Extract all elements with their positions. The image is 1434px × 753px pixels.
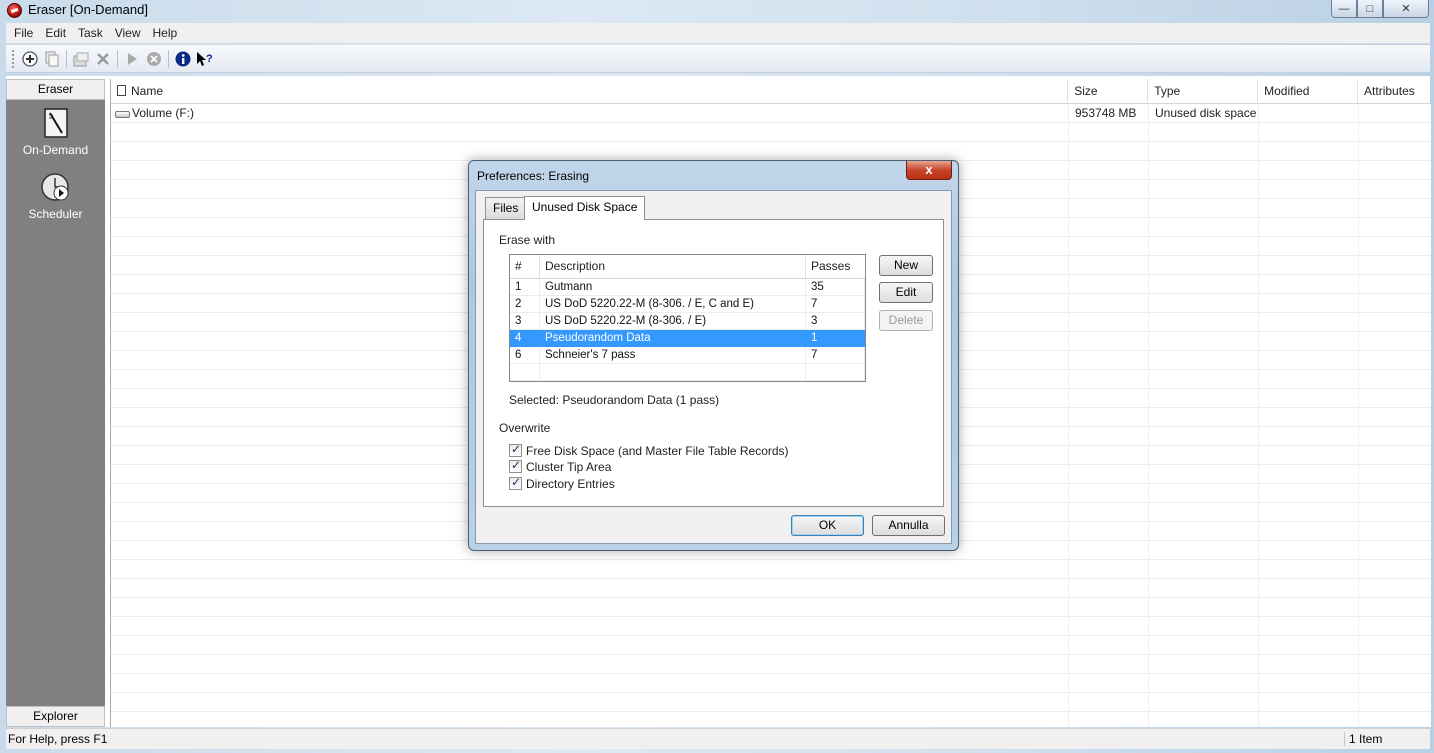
copy-icon[interactable] (41, 48, 63, 70)
dialog-close-button[interactable]: x (906, 161, 952, 180)
status-bar: For Help, press F1 1 Item (6, 728, 1430, 749)
new-task-icon[interactable] (19, 48, 41, 70)
dialog-body: Files Unused Disk Space Erase with # Des… (475, 190, 952, 544)
scheme-row-selected[interactable]: 4 Pseudorandom Data 1 (510, 330, 865, 347)
scheme-row[interactable]: 3 US DoD 5220.22-M (8-306. / E) 3 (510, 313, 865, 330)
dialog-title: Preferences: Erasing (477, 169, 590, 183)
row-size: 953748 MB (1075, 106, 1137, 120)
menu-view[interactable]: View (109, 26, 147, 40)
document-icon (117, 85, 126, 96)
toolbar-separator (66, 49, 67, 68)
menu-file[interactable]: File (8, 26, 39, 40)
status-help-text: For Help, press F1 (8, 732, 108, 746)
scheme-row[interactable]: 2 US DoD 5220.22-M (8-306. / E, C and E)… (510, 296, 865, 313)
table-row[interactable]: Volume (F:) 953748 MB Unused disk space (111, 104, 1431, 123)
sidebar-item-scheduler[interactable]: Scheduler (6, 171, 105, 221)
scheme-row-empty (510, 364, 865, 381)
erasure-scheme-list: # Description Passes 1 Gutmann 35 2 US D… (509, 254, 866, 382)
window-title: Eraser [On-Demand] (28, 2, 148, 17)
row-name: Volume (F:) (132, 106, 195, 120)
sidebar-item-label: Scheduler (28, 207, 83, 221)
menu-task[interactable]: Task (72, 26, 109, 40)
eraser-app-icon (7, 3, 22, 18)
column-header-size[interactable]: Size (1068, 79, 1149, 104)
column-header-description[interactable]: Description (540, 255, 806, 279)
properties-icon[interactable] (70, 48, 92, 70)
sidebar-item-on-demand[interactable]: On-Demand (6, 107, 105, 157)
new-scheme-button[interactable]: New (879, 255, 933, 276)
scheme-list-header: # Description Passes (510, 255, 865, 279)
row-modified (1259, 104, 1359, 123)
menu-help[interactable]: Help (147, 26, 184, 40)
close-button[interactable]: ✕ (1383, 0, 1429, 18)
drive-icon (115, 111, 130, 118)
sidebar: Eraser On-Demand Scheduler Explorer (6, 79, 105, 727)
cancel-button[interactable]: Annulla (872, 515, 945, 536)
column-header-number[interactable]: # (510, 255, 540, 279)
cluster-tip-area-checkbox[interactable] (509, 458, 522, 473)
tab-files[interactable]: Files (485, 197, 527, 219)
list-header: Name Size Type Modified Attributes (111, 79, 1430, 104)
svg-text:?: ? (206, 53, 213, 65)
column-header-type[interactable]: Type (1148, 79, 1259, 104)
sidebar-item-label: On-Demand (22, 143, 89, 157)
column-header-passes[interactable]: Passes (806, 255, 865, 279)
preferences-dialog: Preferences: Erasing x Files Unused Disk… (468, 160, 959, 551)
selected-scheme-text: Selected: Pseudorandom Data (1 pass) (509, 393, 720, 407)
row-type: Unused disk space (1155, 106, 1257, 120)
toolbar-separator (117, 49, 118, 68)
toolbar-separator (168, 49, 169, 68)
edit-scheme-button[interactable]: Edit (879, 282, 933, 303)
column-header-attributes[interactable]: Attributes (1358, 79, 1430, 104)
delete-icon[interactable] (92, 48, 114, 70)
column-header-modified[interactable]: Modified (1258, 79, 1359, 104)
maximize-button[interactable]: □ (1357, 0, 1383, 18)
erase-with-label: Erase with (499, 233, 556, 247)
directory-entries-checkbox[interactable] (509, 475, 522, 490)
scheduler-icon (40, 171, 72, 203)
overwrite-label: Overwrite (499, 421, 551, 435)
ok-button[interactable]: OK (791, 515, 864, 536)
title-bar: Eraser [On-Demand] — □ ✕ (0, 0, 1434, 22)
scheme-row[interactable]: 1 Gutmann 35 (510, 279, 865, 296)
menu-bar: File Edit Task View Help (6, 23, 1430, 44)
help-pointer-icon[interactable]: ? (194, 48, 216, 70)
cluster-tip-area-option[interactable]: Cluster Tip Area (509, 458, 611, 475)
toolbar: ? (6, 45, 1430, 73)
info-icon[interactable] (172, 48, 194, 70)
on-demand-icon (40, 107, 72, 139)
column-header-name[interactable]: Name (111, 79, 1069, 104)
run-icon[interactable] (121, 48, 143, 70)
sidebar-header[interactable]: Eraser (6, 79, 105, 100)
directory-entries-option[interactable]: Directory Entries (509, 475, 615, 492)
minimize-button[interactable]: — (1331, 0, 1357, 18)
scheme-row[interactable]: 6 Schneier's 7 pass 7 (510, 347, 865, 364)
menu-edit[interactable]: Edit (39, 26, 72, 40)
sidebar-footer-explorer[interactable]: Explorer (6, 706, 105, 727)
free-disk-space-option[interactable]: Free Disk Space (and Master File Table R… (509, 442, 789, 459)
status-item-count: 1 Item (1344, 732, 1414, 746)
free-disk-space-checkbox[interactable] (509, 442, 522, 457)
tab-unused-disk-space[interactable]: Unused Disk Space (524, 196, 646, 220)
row-attributes (1359, 104, 1431, 123)
delete-scheme-button[interactable]: Delete (879, 310, 933, 331)
stop-icon[interactable] (143, 48, 165, 70)
toolbar-grip[interactable] (12, 49, 15, 68)
tab-panel: Erase with # Description Passes 1 Gutman… (483, 219, 944, 507)
